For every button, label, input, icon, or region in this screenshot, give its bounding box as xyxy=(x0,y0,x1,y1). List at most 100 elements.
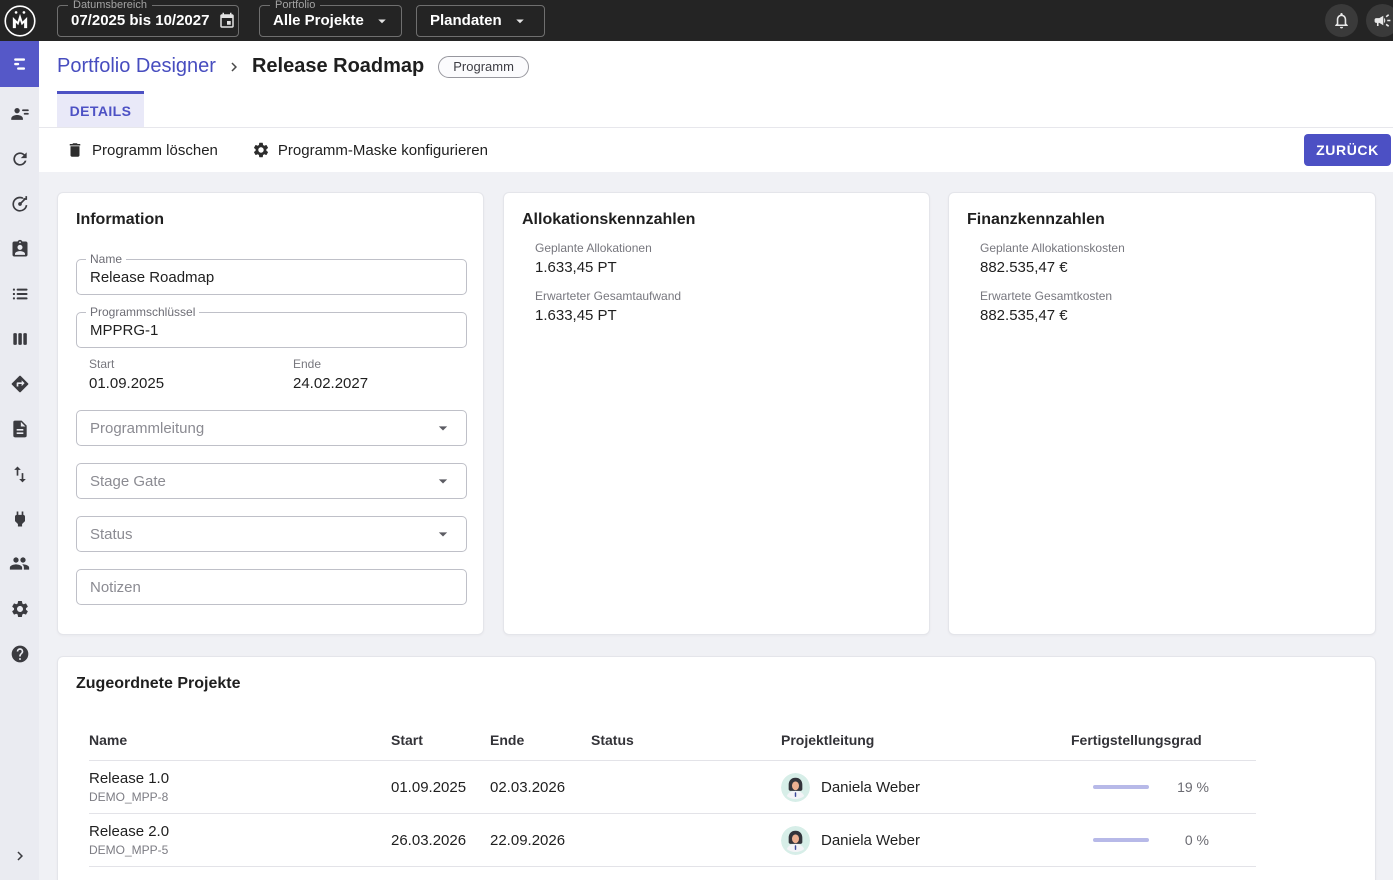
sidebar-item-list[interactable] xyxy=(0,271,39,316)
tab-details[interactable]: DETAILS xyxy=(57,91,144,127)
metric-label: Erwarteter Gesamtaufwand xyxy=(535,289,682,303)
sidebar-item-board[interactable] xyxy=(0,316,39,361)
stage-gate-select[interactable]: Stage Gate xyxy=(76,463,467,499)
progress-label: 19 % xyxy=(1177,779,1209,795)
sidebar xyxy=(0,41,39,880)
metric-label: Geplante Allokationen xyxy=(535,241,652,255)
project-end: 22.09.2026 xyxy=(490,831,566,849)
configure-program-mask-button[interactable]: Programm-Maske konfigurieren xyxy=(252,141,488,159)
chevron-right-icon xyxy=(225,58,243,76)
col-header-name: Name xyxy=(89,731,128,748)
date-range-value: 07/2025 bis 10/2027 xyxy=(71,12,210,29)
col-header-completion: Fertigstellungsgrad xyxy=(1071,731,1202,748)
sidebar-item-users[interactable] xyxy=(0,541,39,586)
plan-data-select[interactable]: Plandaten xyxy=(416,4,545,37)
goal-target-icon xyxy=(11,195,27,212)
notes-field[interactable]: Notizen xyxy=(76,569,467,605)
gear-icon xyxy=(252,141,270,159)
program-lead-placeholder: Programmleitung xyxy=(90,419,205,437)
breadcrumb: Portfolio Designer Release Roadmap Progr… xyxy=(57,55,529,78)
meisterplan-logo[interactable] xyxy=(0,4,40,38)
metric-value: 882.535,47 € xyxy=(980,259,1068,276)
toolbar: Programm löschen Programm-Maske konfigur… xyxy=(39,128,1393,172)
program-key-value: MPPRG-1 xyxy=(90,321,159,339)
project-name: Release 1.0 xyxy=(89,770,170,787)
dropdown-arrow-icon xyxy=(373,12,391,30)
status-select[interactable]: Status xyxy=(76,516,467,552)
start-value: 01.09.2025 xyxy=(89,375,165,392)
sidebar-expand-button[interactable] xyxy=(0,833,39,878)
sidebar-item-roadmap[interactable] xyxy=(0,361,39,406)
metric-value: 1.633,45 PT xyxy=(535,307,617,324)
sidebar-item-settings[interactable] xyxy=(0,586,39,631)
import-export-icon xyxy=(13,466,26,482)
date-range-label: Datumsbereich xyxy=(68,0,152,11)
program-lead-select[interactable]: Programmleitung xyxy=(76,410,467,446)
page-title: Release Roadmap xyxy=(251,55,425,77)
page-header: Portfolio Designer Release Roadmap Progr… xyxy=(39,41,1393,172)
date-range-picker[interactable]: Datumsbereich 07/2025 bis 10/2027 xyxy=(57,0,239,37)
metric-expected-total-effort: Erwarteter Gesamtaufwand 1.633,45 PT xyxy=(535,289,681,324)
allocation-metrics-card: Allokationskennzahlen Geplante Allokatio… xyxy=(503,192,930,635)
stage-gate-placeholder: Stage Gate xyxy=(90,472,166,490)
document-icon xyxy=(12,420,27,437)
notes-placeholder: Notizen xyxy=(90,578,141,596)
col-header-start: Start xyxy=(391,731,423,748)
finance-metrics-card: Finanzkennzahlen Geplante Allokationskos… xyxy=(948,192,1376,635)
back-button[interactable]: ZURÜCK xyxy=(1304,134,1391,166)
portfolio-designer-icon xyxy=(13,58,25,70)
breadcrumb-portfolio-designer[interactable]: Portfolio Designer xyxy=(57,55,216,78)
metric-planned-allocations: Geplante Allokationen 1.633,45 PT xyxy=(535,241,681,276)
portfolio-value: Alle Projekte xyxy=(273,12,364,29)
information-title: Information xyxy=(76,211,164,228)
name-field-label: Name xyxy=(86,252,127,266)
sidebar-item-import-export[interactable] xyxy=(0,451,39,496)
table-row[interactable]: Release 2.0 DEMO_MPP-5 26.03.2026 22.09.… xyxy=(89,814,1256,867)
dropdown-arrow-icon xyxy=(433,524,453,544)
program-key-label: Programmschlüssel xyxy=(86,305,200,319)
person-list-icon xyxy=(10,107,29,120)
project-start: 26.03.2026 xyxy=(391,831,467,849)
sidebar-item-reports[interactable] xyxy=(0,406,39,451)
dropdown-arrow-icon xyxy=(511,12,529,30)
col-header-status: Status xyxy=(591,731,634,748)
list-icon xyxy=(12,288,27,299)
announcements-button[interactable] xyxy=(1366,4,1393,37)
refresh-icon xyxy=(12,151,27,166)
app-window: Datumsbereich 07/2025 bis 10/2027 Portfo… xyxy=(0,0,1393,880)
sidebar-item-integrations[interactable] xyxy=(0,496,39,541)
dropdown-arrow-icon xyxy=(433,471,453,491)
notifications-button[interactable] xyxy=(1325,4,1358,37)
topbar: Datumsbereich 07/2025 bis 10/2027 Portfo… xyxy=(0,0,1393,41)
delete-program-button[interactable]: Programm löschen xyxy=(66,141,218,159)
delete-program-label: Programm löschen xyxy=(92,141,218,159)
badge-icon xyxy=(12,239,27,256)
sidebar-item-resources[interactable] xyxy=(0,91,39,136)
dropdown-arrow-icon xyxy=(433,418,453,438)
metric-planned-allocation-costs: Geplante Allokationskosten 882.535,47 € xyxy=(980,241,1125,276)
sidebar-item-portfolio-designer[interactable] xyxy=(0,41,39,87)
metric-value: 1.633,45 PT xyxy=(535,259,617,276)
logo-icon xyxy=(4,4,36,37)
end-value: 24.02.2027 xyxy=(293,375,369,392)
col-header-lead: Projektleitung xyxy=(781,731,875,748)
program-key-field[interactable]: Programmschlüssel MPPRG-1 xyxy=(76,305,467,348)
sidebar-item-help[interactable] xyxy=(0,631,39,676)
status-placeholder: Status xyxy=(90,525,133,543)
table-row[interactable]: Release 1.0 DEMO_MPP-8 01.09.2025 02.03.… xyxy=(89,761,1256,814)
tabstrip: DETAILS xyxy=(39,91,1393,128)
progress-bar xyxy=(1093,838,1149,842)
portfolio-select[interactable]: Portfolio Alle Projekte xyxy=(259,0,402,37)
people-icon xyxy=(9,557,30,570)
sidebar-item-scenarios[interactable] xyxy=(0,136,39,181)
name-field[interactable]: Name Release Roadmap xyxy=(76,252,467,295)
allocation-metrics-title: Allokationskennzahlen xyxy=(522,211,696,228)
col-header-end: Ende xyxy=(490,731,525,748)
sidebar-item-goals[interactable] xyxy=(0,181,39,226)
metric-label: Erwartete Gesamtkosten xyxy=(980,289,1113,303)
sidebar-item-project-intake[interactable] xyxy=(0,226,39,271)
end-date: Ende 24.02.2027 xyxy=(293,357,368,392)
project-key: DEMO_MPP-5 xyxy=(89,843,169,857)
chevron-right-icon xyxy=(16,851,23,860)
portfolio-label: Portfolio xyxy=(270,0,321,11)
